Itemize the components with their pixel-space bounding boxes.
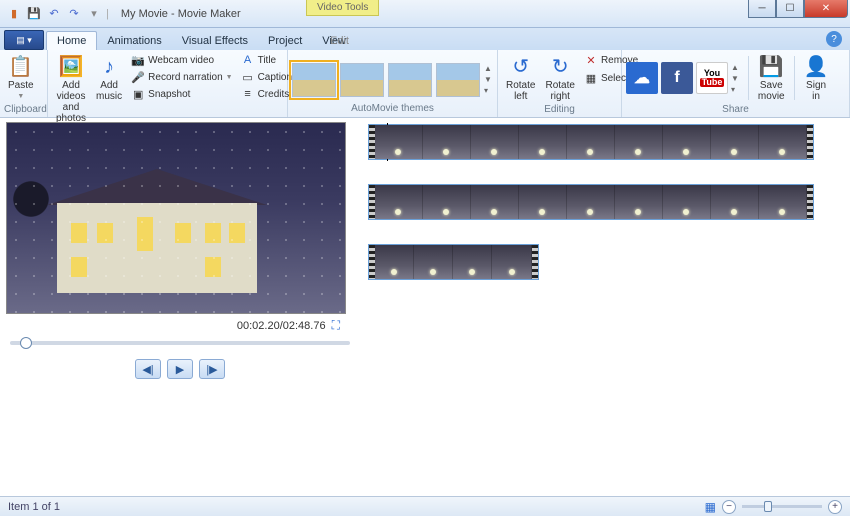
sign-in-icon: 👤	[804, 54, 829, 80]
sign-in-button[interactable]: 👤 Sign in	[800, 52, 833, 104]
file-menu-button[interactable]: ▤ ▾	[4, 30, 44, 50]
status-text: Item 1 of 1	[8, 501, 60, 513]
prev-frame-button[interactable]: ◀|	[135, 359, 161, 379]
contextual-tab-label: Video Tools	[306, 0, 379, 16]
theme-thumbnail[interactable]	[388, 63, 432, 97]
timeline-clip[interactable]	[368, 184, 814, 220]
snapshot-icon: ▣	[131, 87, 145, 101]
play-button[interactable]: ▶	[167, 359, 193, 379]
scroll-down-icon[interactable]: ▼	[731, 74, 739, 83]
youtube-button[interactable]: YouTube	[696, 62, 728, 94]
tab-visual-effects[interactable]: Visual Effects	[172, 32, 258, 50]
scroll-up-icon[interactable]: ▲	[731, 63, 739, 72]
save-icon[interactable]: 💾	[26, 6, 42, 22]
seek-slider[interactable]	[10, 341, 350, 345]
scroll-down-icon[interactable]: ▼	[484, 75, 492, 84]
title-icon: A	[241, 53, 255, 67]
tab-animations[interactable]: Animations	[97, 32, 171, 50]
add-music-button[interactable]: ♪ Add music	[92, 52, 126, 104]
title-bar: ▮ 💾 ↶ ↷ ▾ | My Movie - Movie Maker Video…	[0, 0, 850, 28]
zoom-out-button[interactable]: −	[722, 500, 736, 514]
undo-icon[interactable]: ↶	[46, 6, 62, 22]
caption-icon: ▭	[241, 70, 255, 84]
group-label-clipboard: Clipboard	[4, 104, 43, 116]
select-all-icon: ▦	[584, 71, 598, 85]
timeline-pane[interactable]	[360, 118, 850, 496]
group-label-share: Share	[626, 104, 845, 116]
redo-icon[interactable]: ↷	[66, 6, 82, 22]
app-icon: ▮	[6, 6, 22, 22]
expand-gallery-icon[interactable]: ▾	[731, 85, 739, 94]
next-frame-button[interactable]: |▶	[199, 359, 225, 379]
group-label-editing: Editing	[502, 104, 617, 116]
zoom-in-button[interactable]: +	[828, 500, 842, 514]
scroll-up-icon[interactable]: ▲	[484, 64, 492, 73]
save-movie-icon: 💾	[759, 54, 784, 80]
photo-video-icon: 🖼️	[59, 54, 84, 80]
add-music-label: Add music	[96, 80, 122, 102]
timeline-clip[interactable]	[368, 124, 814, 160]
theme-thumbnail[interactable]	[436, 63, 480, 97]
save-movie-button[interactable]: 💾 Save movie	[754, 52, 789, 104]
chevron-down-icon: ▼	[17, 91, 24, 102]
microphone-icon: 🎤	[131, 70, 145, 84]
add-videos-button[interactable]: 🖼️ Add videos and photos	[52, 52, 90, 126]
chevron-down-icon: ▼	[226, 74, 233, 81]
tab-home[interactable]: Home	[46, 31, 97, 50]
minimize-button[interactable]: ─	[748, 0, 776, 18]
group-label-themes: AutoMovie themes	[292, 103, 493, 115]
qat-dropdown-icon[interactable]: ▾	[86, 6, 102, 22]
theme-thumbnail[interactable]	[292, 63, 336, 97]
preview-pane: 00:02.20/02:48.76 ⛶ ◀| ▶ |▶	[0, 118, 360, 496]
maximize-button[interactable]: ☐	[776, 0, 804, 18]
timeline-clip[interactable]	[368, 244, 539, 280]
rotate-right-icon: ↻	[552, 54, 569, 80]
ribbon: 📋 Paste ▼ Clipboard 🖼️ Add videos and ph…	[0, 50, 850, 118]
video-preview[interactable]	[6, 122, 346, 314]
webcam-icon: 📷	[131, 53, 145, 67]
remove-icon: ✕	[584, 53, 598, 67]
skydrive-button[interactable]: ☁	[626, 62, 658, 94]
webcam-button[interactable]: 📷Webcam video	[128, 52, 235, 68]
rotate-left-button[interactable]: ↺ Rotate left	[502, 52, 539, 104]
status-bar: Item 1 of 1 ▦ − +	[0, 496, 850, 516]
paste-label: Paste	[8, 80, 34, 91]
close-button[interactable]: ✕	[804, 0, 848, 18]
timecode-display: 00:02.20/02:48.76	[237, 320, 326, 332]
help-icon[interactable]: ?	[826, 31, 842, 47]
zoom-slider[interactable]	[742, 505, 822, 508]
rotate-right-button[interactable]: ↻ Rotate right	[541, 52, 578, 104]
ribbon-tabs: ▤ ▾ Home Animations Visual Effects Proje…	[0, 28, 850, 50]
add-videos-label: Add videos and photos	[56, 80, 86, 124]
main-area: 00:02.20/02:48.76 ⛶ ◀| ▶ |▶	[0, 118, 850, 496]
view-toggle-icon[interactable]: ▦	[705, 500, 716, 514]
facebook-button[interactable]: f	[661, 62, 693, 94]
record-narration-button[interactable]: 🎤Record narration▼	[128, 69, 235, 85]
window-title: My Movie - Movie Maker	[121, 8, 241, 20]
clipboard-icon: 📋	[8, 54, 33, 80]
tab-edit[interactable]: Edit	[320, 32, 359, 50]
expand-gallery-icon[interactable]: ▾	[484, 86, 492, 95]
theme-thumbnail[interactable]	[340, 63, 384, 97]
rotate-left-icon: ↺	[512, 54, 529, 80]
snapshot-button[interactable]: ▣Snapshot	[128, 86, 235, 102]
music-icon: ♪	[104, 54, 114, 80]
credits-icon: ≡	[241, 87, 255, 101]
fullscreen-icon[interactable]: ⛶	[332, 318, 340, 333]
tab-project[interactable]: Project	[258, 32, 312, 50]
paste-button[interactable]: 📋 Paste ▼	[4, 52, 38, 104]
